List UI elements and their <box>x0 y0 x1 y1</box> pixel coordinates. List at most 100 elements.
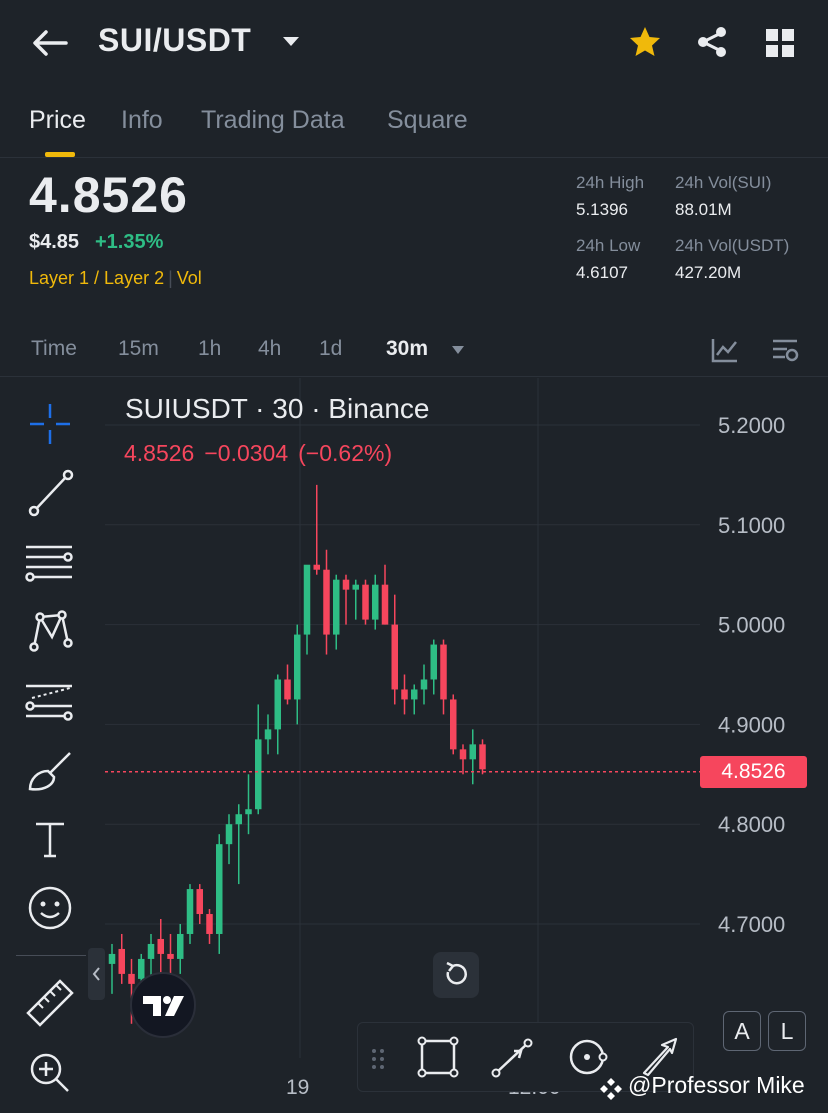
candle-down <box>342 579 350 590</box>
chevron-left-icon <box>92 967 100 981</box>
indicator-icon[interactable] <box>710 336 740 364</box>
candle-down <box>206 914 213 934</box>
interval-time[interactable]: Time <box>31 337 77 361</box>
chart-settings-icon[interactable] <box>770 336 800 364</box>
tab-info[interactable]: Info <box>121 106 163 135</box>
candle-down <box>118 948 125 974</box>
candle-down <box>196 889 203 915</box>
tag-separator: | <box>168 268 173 288</box>
candle-up <box>294 634 301 700</box>
back-arrow-icon[interactable] <box>30 26 70 60</box>
tags-row: Layer 1 / Layer 2 | Vol <box>29 268 202 289</box>
candle-up <box>177 933 184 959</box>
candle-down <box>157 938 164 954</box>
candle-up <box>274 679 281 730</box>
rectangle-tool-icon[interactable] <box>414 1033 462 1081</box>
share-icon[interactable] <box>694 24 730 60</box>
low-value: 4.6107 <box>576 263 628 282</box>
ruler-icon[interactable] <box>22 975 78 1031</box>
candle-down <box>391 624 398 690</box>
tag-vol[interactable]: Vol <box>177 268 202 288</box>
pattern-icon[interactable] <box>22 603 78 659</box>
usd-price: $4.85 <box>29 231 80 253</box>
change-percent: +1.35% <box>95 231 164 253</box>
pair-title[interactable]: SUI/USDT <box>98 22 251 59</box>
candle-up <box>352 584 359 590</box>
y-axis-tick: 5.1000 <box>718 513 785 538</box>
high-value: 5.1396 <box>576 200 628 219</box>
candle-up <box>430 644 437 680</box>
brush-icon[interactable] <box>22 745 78 801</box>
candle-up <box>303 564 311 635</box>
active-tab-indicator <box>45 152 75 157</box>
caret-down-icon[interactable] <box>280 30 302 52</box>
interval-30m[interactable]: 30m <box>386 337 428 361</box>
chart-change-pct: (−0.62%) <box>298 440 393 466</box>
tab-trading-data[interactable]: Trading Data <box>201 106 345 135</box>
trend-line-icon[interactable] <box>22 465 78 521</box>
x-axis-label-19: 19 <box>286 1076 310 1099</box>
zoom-in-icon[interactable] <box>22 1045 78 1101</box>
y-axis-tick: 5.2000 <box>718 413 785 438</box>
candle-down <box>450 699 457 750</box>
candle-down <box>323 569 330 635</box>
candle-up <box>372 584 379 620</box>
interval-1h[interactable]: 1h <box>198 337 221 361</box>
watermark-text: @Professor Mike <box>628 1072 805 1098</box>
last-price: 4.8526 <box>29 167 188 223</box>
emoji-icon[interactable] <box>22 880 78 936</box>
caret-down-icon[interactable] <box>450 343 466 357</box>
interval-15m[interactable]: 15m <box>118 337 159 361</box>
tag-layer[interactable]: Layer 1 / Layer 2 <box>29 268 164 288</box>
candle-down <box>401 689 408 700</box>
parallel-channel-icon[interactable] <box>22 674 78 730</box>
interval-selector: Time 15m 1h 4h 1d 30m <box>0 325 828 377</box>
chart-title: SUIUSDT · 30 · Binance <box>125 393 430 424</box>
candle-up <box>216 844 223 934</box>
drag-handle-icon[interactable] <box>366 1033 392 1081</box>
candle-down <box>479 744 486 770</box>
arrow-line-tool-icon[interactable] <box>488 1033 536 1081</box>
grid-icon[interactable] <box>763 26 797 60</box>
collapse-toolbar-button[interactable] <box>88 948 105 1000</box>
fib-lines-icon[interactable] <box>22 535 78 591</box>
interval-1d[interactable]: 1d <box>319 337 342 361</box>
candle-down <box>381 584 389 625</box>
interval-4h[interactable]: 4h <box>258 337 281 361</box>
candle-up <box>186 889 194 934</box>
crosshair-icon[interactable] <box>22 396 78 452</box>
candle-up <box>411 689 418 700</box>
candle-up <box>235 814 242 825</box>
candle-up <box>333 579 340 635</box>
auto-scale-button[interactable]: A <box>723 1011 761 1051</box>
vol-usdt-value: 427.20M <box>675 263 742 282</box>
candle-up <box>264 729 272 740</box>
chart-last: 4.8526 <box>124 440 195 466</box>
log-scale-button[interactable]: L <box>768 1011 806 1051</box>
tradingview-logo-icon <box>143 996 184 1016</box>
high-label: 24h High <box>576 173 645 192</box>
text-icon[interactable] <box>22 812 78 868</box>
candle-up <box>255 739 262 810</box>
tradingview-logo[interactable] <box>130 972 196 1038</box>
candle-down <box>362 584 369 620</box>
last-price-tag: 4.8526 <box>700 756 807 788</box>
candle-down <box>440 644 447 700</box>
tab-price[interactable]: Price <box>29 106 86 135</box>
main-tabs: Price Info Trading Data Square <box>0 96 828 158</box>
candle-up <box>469 744 476 760</box>
candle-down <box>313 564 320 570</box>
vol-sui-value: 88.01M <box>675 200 732 219</box>
candle-up <box>225 824 233 845</box>
reset-icon <box>446 961 467 985</box>
candle-down <box>459 749 467 760</box>
candlestick-chart[interactable]: 5.2000 5.1000 5.0000 4.9000 4.8000 4.7000 <box>0 378 828 1113</box>
y-axis-tick: 4.7000 <box>718 912 785 937</box>
circle-tool-icon[interactable] <box>563 1033 611 1081</box>
tab-square[interactable]: Square <box>387 106 468 135</box>
candle-up <box>108 953 116 964</box>
candle-down <box>167 953 174 959</box>
star-icon[interactable] <box>627 24 663 60</box>
candle-up <box>147 943 155 959</box>
reset-chart-button[interactable] <box>433 952 479 998</box>
